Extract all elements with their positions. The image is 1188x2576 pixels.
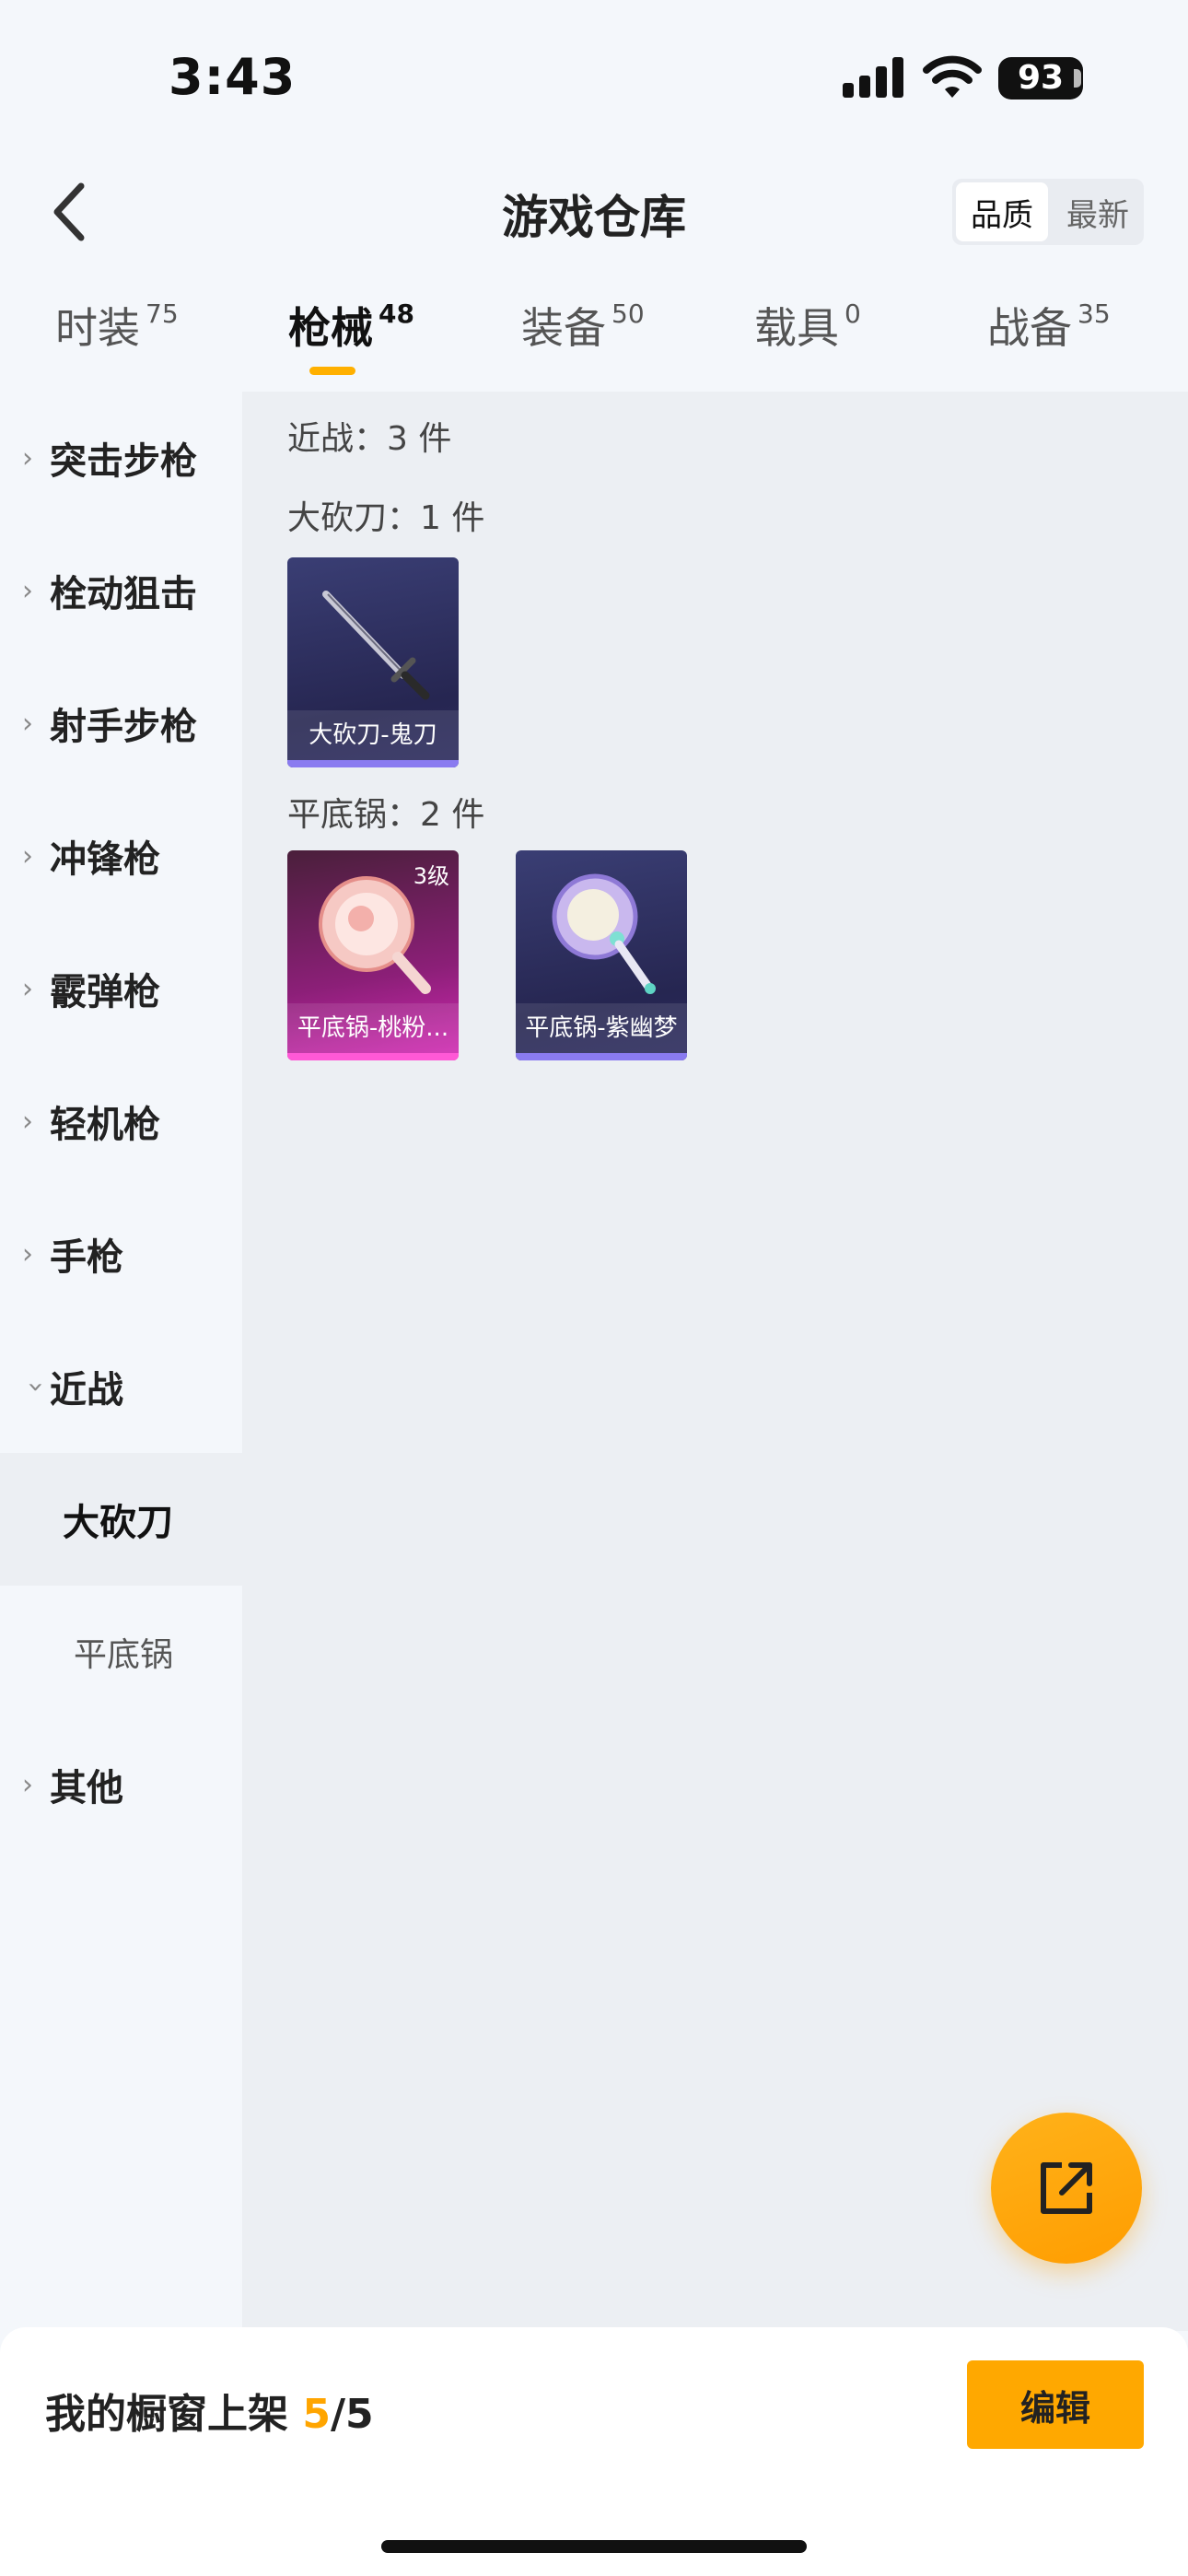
edit-button[interactable]: 编辑 xyxy=(967,2360,1144,2449)
cellular-signal-icon xyxy=(843,57,903,98)
status-time: 3:43 xyxy=(169,48,297,106)
battery-cap xyxy=(1074,69,1081,88)
rarity-bar xyxy=(287,760,459,767)
chevron-right-icon: › xyxy=(22,839,33,872)
wifi-icon xyxy=(923,55,982,98)
tab-tactical[interactable]: 战备 35 xyxy=(987,295,1111,356)
item-card[interactable]: 大砍刀-鬼刀 xyxy=(287,557,459,767)
tab-count: 35 xyxy=(1077,298,1111,329)
frying-pan-art-icon xyxy=(552,873,656,994)
sidebar-item-other[interactable]: › 其他 xyxy=(0,1718,242,1851)
tab-count: 50 xyxy=(611,298,645,329)
tab-count: 0 xyxy=(844,298,861,329)
sidebar-item-smg[interactable]: › 冲锋枪 xyxy=(0,790,242,922)
group-label-frying-pan: 平底锅：2 件 xyxy=(287,796,485,834)
chevron-right-icon: › xyxy=(22,972,33,1005)
chevron-down-icon: › xyxy=(19,1381,52,1392)
item-name: 大砍刀-鬼刀 xyxy=(287,710,459,760)
tab-equipment[interactable]: 装备 50 xyxy=(521,295,645,356)
sidebar-subitem-machete[interactable]: 大砍刀 xyxy=(0,1453,242,1586)
sidebar-item-assault-rifle[interactable]: › 突击步枪 xyxy=(0,392,242,524)
tab-firearms[interactable]: 枪械 48 xyxy=(288,295,414,356)
sidebar-item-shotgun[interactable]: › 霰弹枪 xyxy=(0,922,242,1055)
item-name: 平底锅-桃粉... xyxy=(287,1003,459,1053)
sidebar-item-marksman-rifle[interactable]: › 射手步枪 xyxy=(0,657,242,790)
tab-count: 48 xyxy=(379,298,414,329)
category-summary: 近战：3 件 xyxy=(287,420,452,458)
battery-indicator: 93 xyxy=(998,57,1083,100)
item-list: 近战：3 件 大砍刀：1 件 大砍刀-鬼刀 平底锅：2 件 3级 平底锅-桃粉.… xyxy=(242,392,1188,2331)
showcase-count: 5 xyxy=(302,2391,331,2438)
share-button[interactable] xyxy=(991,2113,1142,2264)
sort-quality-button[interactable]: 品质 xyxy=(956,182,1048,241)
item-card[interactable]: 平底锅-紫幽梦 xyxy=(516,850,687,1060)
item-name: 平底锅-紫幽梦 xyxy=(516,1003,687,1053)
chevron-right-icon: › xyxy=(22,1105,33,1138)
chevron-right-icon: › xyxy=(22,1237,33,1270)
share-icon xyxy=(1041,2162,1092,2214)
item-level: 3级 xyxy=(413,863,449,889)
rarity-bar xyxy=(516,1053,687,1060)
category-tabs: 时装 75 枪械 48 装备 50 载具 0 战备 35 xyxy=(0,295,1188,387)
item-card[interactable]: 3级 平底锅-桃粉... xyxy=(287,850,459,1060)
sidebar: › 突击步枪 › 栓动狙击 › 射手步枪 › 冲锋枪 › 霰弹枪 › 轻机枪 › 手枪 › 近战… xyxy=(0,392,242,2331)
sidebar-item-melee[interactable]: › 近战 xyxy=(0,1320,242,1453)
showcase-status: 我的橱窗上架 5/5 xyxy=(45,2391,374,2438)
home-indicator xyxy=(381,2540,807,2553)
chevron-right-icon: › xyxy=(22,1768,33,1801)
chevron-right-icon: › xyxy=(22,441,33,474)
machete-art-icon xyxy=(322,591,430,700)
sidebar-subitem-frying-pan[interactable]: 平底锅 xyxy=(0,1586,242,1718)
sort-toggle: 品质 最新 xyxy=(952,179,1144,245)
sidebar-item-pistol[interactable]: › 手枪 xyxy=(0,1188,242,1320)
rarity-bar xyxy=(287,1053,459,1060)
tab-count: 75 xyxy=(146,298,179,329)
chevron-right-icon: › xyxy=(22,707,33,740)
sidebar-item-bolt-sniper[interactable]: › 栓动狙击 xyxy=(0,524,242,657)
tab-vehicles[interactable]: 载具 0 xyxy=(754,295,861,356)
chevron-right-icon: › xyxy=(22,574,33,607)
sidebar-item-lmg[interactable]: › 轻机枪 xyxy=(0,1055,242,1188)
group-label-machete: 大砍刀：1 件 xyxy=(287,499,485,537)
sort-newest-button[interactable]: 最新 xyxy=(1052,179,1144,245)
tab-fashion[interactable]: 时装 75 xyxy=(55,295,179,356)
active-tab-indicator xyxy=(309,367,355,375)
